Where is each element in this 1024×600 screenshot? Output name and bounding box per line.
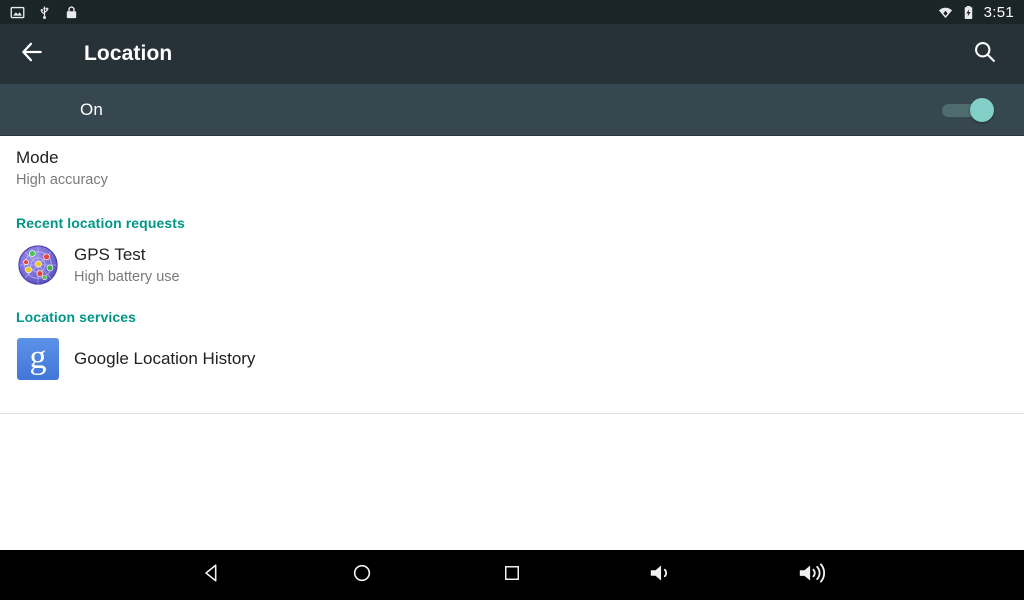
section-header-location-services: Location services: [16, 309, 136, 325]
list-item-gps-test[interactable]: GPS Test High battery use: [0, 237, 1024, 293]
android-location-settings-screen: 3:51 Location On Mode High accuracy Rece…: [0, 0, 1024, 600]
preference-mode[interactable]: Mode High accuracy: [0, 137, 1024, 199]
location-master-switch-bar[interactable]: On: [0, 84, 1024, 136]
google-g-icon: g: [16, 337, 60, 381]
google-g-glyph: g: [29, 338, 47, 376]
recents-nav-icon: [502, 563, 522, 588]
arrow-back-icon: [19, 39, 45, 70]
action-bar: Location: [0, 24, 1024, 84]
preference-mode-title: Mode: [16, 147, 59, 167]
search-button[interactable]: [956, 26, 1012, 82]
status-bar: 3:51: [0, 0, 1024, 24]
google-g-tile: g: [17, 338, 59, 380]
google-location-history-title: Google Location History: [74, 349, 256, 368]
nav-spacer-1: [262, 550, 312, 600]
home-nav-icon: [351, 562, 373, 589]
back-nav-icon: [201, 562, 223, 589]
gps-test-text: GPS Test High battery use: [74, 244, 180, 287]
back-button[interactable]: [4, 26, 60, 82]
status-bar-left-icons: [10, 5, 79, 20]
volume-up-icon: [797, 561, 827, 590]
switch-thumb: [970, 97, 994, 122]
page-title: Location: [84, 42, 173, 65]
location-switch-label: On: [80, 99, 104, 119]
nav-spacer-3: [562, 550, 612, 600]
usb-icon: [37, 5, 52, 20]
location-toggle-switch[interactable]: [942, 97, 994, 122]
search-icon: [972, 39, 997, 69]
list-item-google-location-history[interactable]: g Google Location History: [0, 331, 1024, 387]
status-bar-right-icons: 3:51: [938, 5, 1014, 20]
screenshot-icon: [10, 5, 25, 20]
wifi-icon: [938, 5, 953, 20]
nav-spacer-2: [412, 550, 462, 600]
nav-spacer-4: [712, 550, 762, 600]
nav-home-button[interactable]: [312, 550, 412, 600]
nav-volume-up-button[interactable]: [762, 550, 862, 600]
content-divider: [0, 413, 1024, 414]
gps-test-radar-icon: [16, 243, 60, 287]
gps-test-title: GPS Test: [74, 244, 146, 264]
battery-charging-icon: [961, 5, 976, 20]
settings-content: Mode High accuracy Recent location reque…: [0, 137, 1024, 550]
nav-volume-down-button[interactable]: [612, 550, 712, 600]
status-bar-clock: 3:51: [983, 3, 1014, 21]
lock-icon: [64, 5, 79, 20]
gps-test-summary: High battery use: [74, 268, 180, 285]
nav-back-button[interactable]: [162, 550, 262, 600]
preference-mode-summary: High accuracy: [16, 171, 108, 188]
navigation-bar: [0, 550, 1024, 600]
preference-mode-text: Mode High accuracy: [16, 147, 108, 190]
section-header-recent-location-requests: Recent location requests: [16, 215, 185, 231]
volume-down-icon: [648, 561, 676, 590]
google-location-history-text: Google Location History: [74, 348, 255, 370]
nav-recents-button[interactable]: [462, 550, 562, 600]
